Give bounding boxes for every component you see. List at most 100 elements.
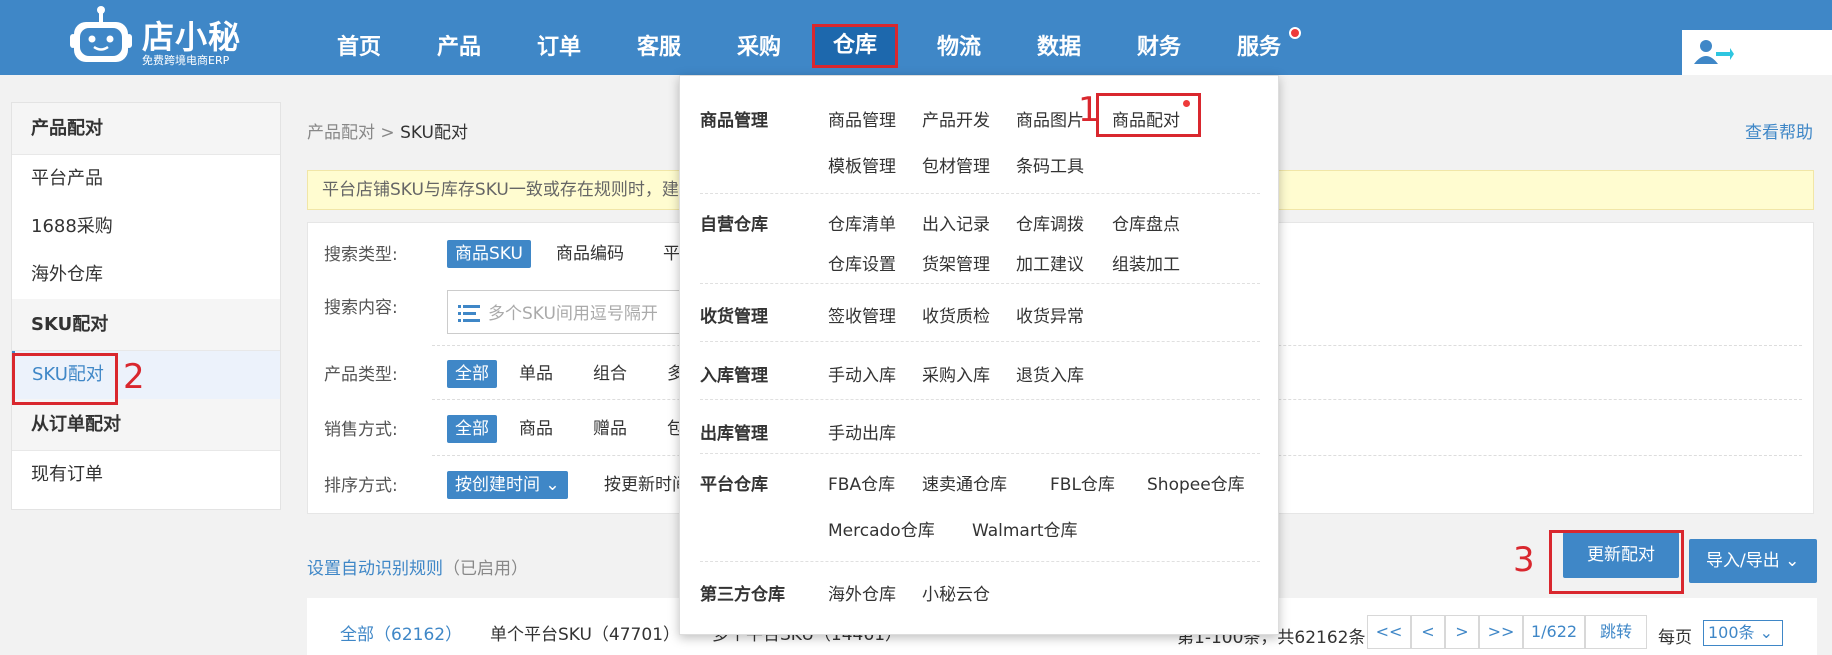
- option-single[interactable]: 单品: [511, 360, 561, 388]
- menu-link-product-management[interactable]: 商品管理: [828, 106, 896, 131]
- help-link[interactable]: 查看帮助: [1745, 118, 1813, 143]
- option-gift[interactable]: 赠品: [585, 415, 635, 443]
- nav-home[interactable]: 首页: [324, 29, 394, 61]
- tab-all[interactable]: 全部（62162）: [340, 620, 462, 645]
- menu-link-product-images[interactable]: 商品图片: [1016, 106, 1084, 131]
- auto-rule-link[interactable]: 设置自动识别规则: [307, 559, 443, 579]
- menu-link-product-development[interactable]: 产品开发: [922, 106, 990, 131]
- sidebar-item-overseas-warehouse[interactable]: 海外仓库: [12, 251, 280, 299]
- sidebar-item-existing-orders[interactable]: 现有订单: [12, 451, 280, 499]
- menu-link-warehouse-list[interactable]: 仓库清单: [828, 210, 896, 235]
- menu-link-walmart-warehouse[interactable]: Walmart仓库: [972, 516, 1078, 541]
- option-goods[interactable]: 商品: [511, 415, 561, 443]
- page-first-button[interactable]: <<: [1367, 615, 1411, 649]
- menu-link-receiving-exceptions[interactable]: 收货异常: [1016, 302, 1084, 327]
- menu-section-outbound: 出库管理 手动出库: [700, 400, 1260, 454]
- option-bundle[interactable]: 组合: [585, 360, 635, 388]
- menu-link-xiaomi-cloud-warehouse[interactable]: 小秘云仓: [922, 580, 990, 605]
- filter-label: 搜索类型:: [324, 245, 398, 265]
- breadcrumb: 产品配对 > SKU配对: [307, 118, 468, 143]
- page-next-button[interactable]: >: [1445, 615, 1479, 649]
- highlight-box-product-pairing: [1096, 93, 1201, 137]
- menu-link-processing-advice[interactable]: 加工建议: [1016, 250, 1084, 275]
- menu-section-own-warehouse: 自营仓库 仓库清单 出入记录 仓库调拨 仓库盘点 仓库设置 货架管理 加工建议 …: [700, 194, 1260, 284]
- menu-link-manual-inbound[interactable]: 手动入库: [828, 361, 896, 386]
- nav-customer-service[interactable]: 客服: [624, 29, 694, 61]
- filter-label: 销售方式:: [324, 420, 398, 440]
- menu-link-fbl-warehouse[interactable]: FBL仓库: [1050, 470, 1115, 495]
- per-page-value: 100条: [1708, 623, 1755, 642]
- menu-link-template-management[interactable]: 模板管理: [828, 152, 896, 177]
- menu-link-fba-warehouse[interactable]: FBA仓库: [828, 470, 895, 495]
- menu-link-packaging-management[interactable]: 包材管理: [922, 152, 990, 177]
- nav-warehouse[interactable]: 仓库: [812, 24, 898, 68]
- menu-link-assembly[interactable]: 组装加工: [1112, 250, 1180, 275]
- menu-section-title: 入库管理: [700, 366, 768, 386]
- menu-link-return-inbound[interactable]: 退货入库: [1016, 361, 1084, 386]
- menu-link-purchase-inbound[interactable]: 采购入库: [922, 361, 990, 386]
- annotation-2: 2: [123, 357, 145, 397]
- sidebar-section-sku-pairing: SKU配对: [12, 299, 280, 351]
- menu-link-warehouse-transfer[interactable]: 仓库调拨: [1016, 210, 1084, 235]
- user-menu[interactable]: [1682, 30, 1832, 75]
- option-all[interactable]: 全部: [447, 360, 497, 388]
- breadcrumb-parent[interactable]: 产品配对: [307, 123, 375, 143]
- page-jump-button[interactable]: 跳转: [1585, 615, 1647, 649]
- sort-by-created-dropdown[interactable]: 按创建时间 ⌄: [447, 471, 568, 499]
- page-current[interactable]: 1/622: [1523, 615, 1585, 649]
- nav-warehouse-label: 仓库: [832, 33, 877, 58]
- menu-section-title: 收货管理: [700, 307, 768, 327]
- menu-link-receipt-management[interactable]: 签收管理: [828, 302, 896, 327]
- menu-link-mercado-warehouse[interactable]: Mercado仓库: [828, 516, 935, 541]
- menu-link-barcode-tool[interactable]: 条码工具: [1016, 152, 1084, 177]
- menu-link-warehouse-settings[interactable]: 仓库设置: [828, 250, 896, 275]
- import-export-button[interactable]: 导入/导出 ⌄: [1689, 539, 1817, 583]
- chevron-down-icon: ⌄: [545, 475, 560, 495]
- menu-link-shopee-warehouse[interactable]: Shopee仓库: [1147, 470, 1245, 495]
- nav-products[interactable]: 产品: [424, 29, 494, 61]
- menu-link-aliexpress-warehouse[interactable]: 速卖通仓库: [922, 470, 1007, 495]
- nav-finance[interactable]: 财务: [1124, 29, 1194, 61]
- option-all[interactable]: 全部: [447, 415, 497, 443]
- highlight-box-update: [1549, 530, 1684, 594]
- option-product-code[interactable]: 商品编码: [548, 240, 632, 268]
- per-page-label: 每页: [1658, 628, 1692, 648]
- menu-link-stocktaking[interactable]: 仓库盘点: [1112, 210, 1180, 235]
- menu-link-manual-outbound[interactable]: 手动出库: [828, 419, 896, 444]
- menu-section-title: 自营仓库: [700, 215, 768, 235]
- per-page-select[interactable]: 100条 ⌄: [1703, 620, 1783, 646]
- menu-link-overseas-warehouse[interactable]: 海外仓库: [828, 580, 896, 605]
- menu-section-title: 第三方仓库: [700, 585, 785, 605]
- nav-data[interactable]: 数据: [1024, 29, 1094, 61]
- chevron-down-icon: ⌄: [1785, 551, 1800, 571]
- nav-orders[interactable]: 订单: [524, 29, 594, 61]
- breadcrumb-separator: >: [375, 123, 401, 143]
- logo-subtitle: 免费跨境电商ERP: [142, 54, 230, 67]
- sort-by-created-label: 按创建时间: [455, 475, 540, 495]
- sidebar-section-product-pairing: 产品配对: [12, 103, 280, 155]
- top-navigation-bar: 店小秘 免费跨境电商ERP 首页 产品 订单 客服 采购 仓库 物流 数据 财务…: [0, 0, 1832, 75]
- nav-purchase[interactable]: 采购: [724, 29, 794, 61]
- sidebar: 产品配对 平台产品 1688采购 海外仓库 SKU配对 SKU配对 从订单配对 …: [11, 102, 281, 510]
- user-icon: [1694, 40, 1734, 64]
- page-prev-button[interactable]: <: [1411, 615, 1445, 649]
- auto-rule-setting[interactable]: 设置自动识别规则（已启用）: [307, 554, 528, 579]
- auto-rule-status: （已启用）: [443, 559, 528, 579]
- page-last-button[interactable]: >>: [1479, 615, 1523, 649]
- option-product-sku[interactable]: 商品SKU: [447, 240, 531, 268]
- nav-services[interactable]: 服务: [1224, 29, 1294, 61]
- menu-link-inout-records[interactable]: 出入记录: [922, 210, 990, 235]
- sidebar-item-platform-products[interactable]: 平台产品: [12, 155, 280, 203]
- search-placeholder: 多个SKU间用逗号隔开: [488, 304, 658, 324]
- menu-link-quality-check[interactable]: 收货质检: [922, 302, 990, 327]
- highlight-box-sku-pairing: [12, 353, 118, 405]
- sidebar-item-1688-purchase[interactable]: 1688采购: [12, 203, 280, 251]
- nav-logistics[interactable]: 物流: [924, 29, 994, 61]
- breadcrumb-current: SKU配对: [400, 123, 468, 143]
- logo[interactable]: 店小秘 免费跨境电商ERP: [68, 4, 268, 70]
- tab-single-platform-sku[interactable]: 单个平台SKU（47701）: [490, 620, 680, 645]
- filter-label: 搜索内容:: [324, 298, 398, 318]
- robot-logo-icon: [70, 6, 132, 62]
- sidebar-section-order-pairing: 从订单配对: [12, 399, 280, 451]
- menu-link-shelf-management[interactable]: 货架管理: [922, 250, 990, 275]
